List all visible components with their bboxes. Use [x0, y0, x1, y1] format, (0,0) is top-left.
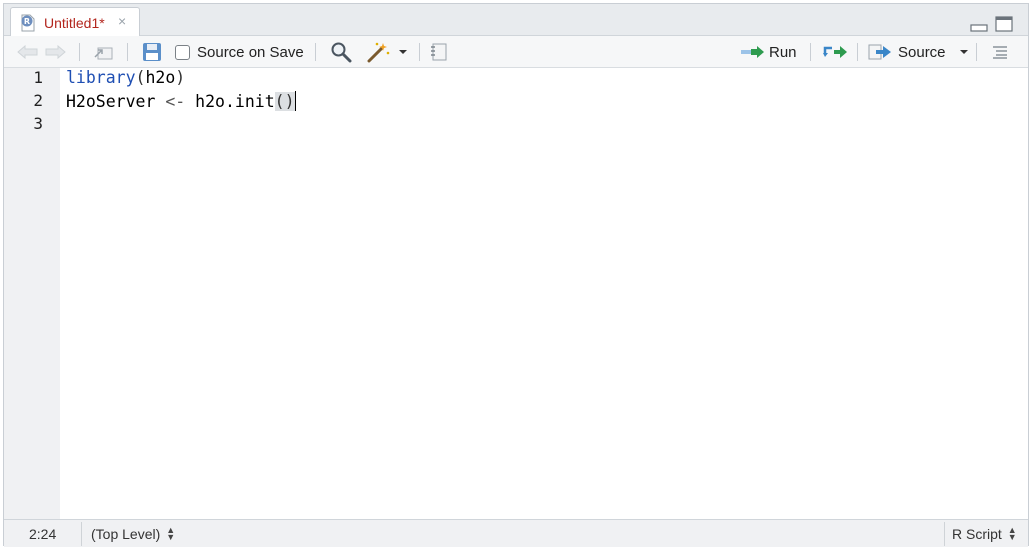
source-on-save-check[interactable]	[175, 44, 190, 60]
r-file-icon: R	[21, 14, 35, 32]
line-number: 1	[33, 68, 43, 87]
source-file-arrow-icon	[868, 44, 891, 60]
status-separator	[81, 522, 82, 546]
paren-token: (	[274, 92, 285, 111]
source-on-save-label: Source on Save	[197, 43, 304, 61]
svg-text:R: R	[24, 17, 30, 26]
cursor-position: 2:24	[29, 525, 57, 542]
document-outline-button[interactable]	[991, 36, 1009, 68]
toolbar-separator	[857, 43, 858, 61]
editor-tab-bar: R Untitled1* ×	[4, 4, 1028, 37]
notebook-icon	[431, 43, 447, 61]
find-replace-button[interactable]	[330, 36, 352, 68]
outline-list-icon	[993, 46, 1007, 59]
file-type-selector[interactable]: R Script ▲ ▼	[952, 520, 1017, 547]
assign-operator-token: <-	[165, 92, 186, 111]
paren-token: )	[175, 68, 186, 87]
scope-label: (Top Level)	[91, 525, 161, 542]
function-token: h2o.init	[195, 92, 275, 111]
run-button[interactable]: Run	[740, 36, 797, 68]
magic-wand-icon	[367, 42, 390, 63]
code-line-2: H2oServer <- h2o.init()	[66, 91, 296, 111]
toolbar-separator	[79, 43, 80, 61]
toolbar-separator	[976, 43, 977, 61]
source-label: Source	[898, 43, 946, 61]
dropdown-caret-icon	[960, 50, 968, 54]
popout-window-icon	[94, 47, 113, 60]
updown-arrows-icon: ▲ ▼	[166, 524, 176, 542]
toolbar-separator	[419, 43, 420, 61]
editor-status-bar: 2:24 (Top Level) ▲ ▼ R Script ▲ ▼	[4, 519, 1028, 547]
source-button[interactable]: Source	[868, 36, 946, 68]
run-arrow-icon	[741, 46, 764, 58]
save-button[interactable]	[142, 36, 162, 68]
file-type-label: R Script	[952, 525, 1002, 542]
minimize-pane-icon[interactable]	[970, 16, 988, 32]
paren-token: )	[284, 92, 295, 111]
identifier-token: h2o	[145, 68, 176, 87]
keyword-token: library	[66, 68, 136, 87]
toolbar-separator	[127, 43, 128, 61]
updown-arrows-icon: ▲ ▼	[1007, 524, 1017, 542]
search-icon	[331, 42, 352, 63]
text-cursor	[294, 91, 296, 111]
tab-title: Untitled1*	[44, 15, 105, 31]
identifier-token: H2oServer	[66, 92, 156, 111]
toolbar-separator	[315, 43, 316, 61]
line-number-gutter: 1 2 3	[4, 68, 60, 519]
close-tab-icon[interactable]: ×	[118, 13, 126, 29]
scope-selector[interactable]: (Top Level) ▲ ▼	[91, 520, 175, 547]
paren-token: (	[135, 68, 146, 87]
back-arrow-icon	[17, 45, 38, 59]
toolbar-separator	[810, 43, 811, 61]
compile-report-button[interactable]	[430, 36, 448, 68]
status-separator	[944, 522, 945, 546]
run-label: Run	[769, 43, 797, 61]
code-editor[interactable]: library(h2o) H2oServer <- h2o.init()	[66, 68, 1028, 519]
rerun-icon	[823, 46, 847, 58]
source-editor-pane: R Untitled1* × Source on Save Run Source…	[3, 3, 1029, 547]
code-line-1: library(h2o)	[66, 68, 185, 87]
show-in-new-window-button[interactable]	[92, 36, 114, 68]
line-number: 2	[33, 91, 43, 110]
source-on-save-checkbox[interactable]: Source on Save	[175, 36, 304, 68]
code-tools-button[interactable]	[366, 36, 408, 68]
tab-untitled1[interactable]: R Untitled1* ×	[10, 7, 140, 37]
dropdown-caret-icon	[399, 50, 407, 54]
back-button[interactable]	[17, 36, 39, 68]
rerun-previous-button[interactable]	[822, 36, 848, 68]
forward-arrow-icon	[45, 45, 66, 59]
forward-button[interactable]	[44, 36, 66, 68]
source-options-dropdown[interactable]	[959, 36, 969, 68]
editor-toolbar: Source on Save Run Source	[4, 36, 1028, 68]
save-disk-icon	[143, 43, 161, 61]
maximize-pane-icon[interactable]	[995, 16, 1013, 32]
line-number: 3	[33, 114, 43, 133]
